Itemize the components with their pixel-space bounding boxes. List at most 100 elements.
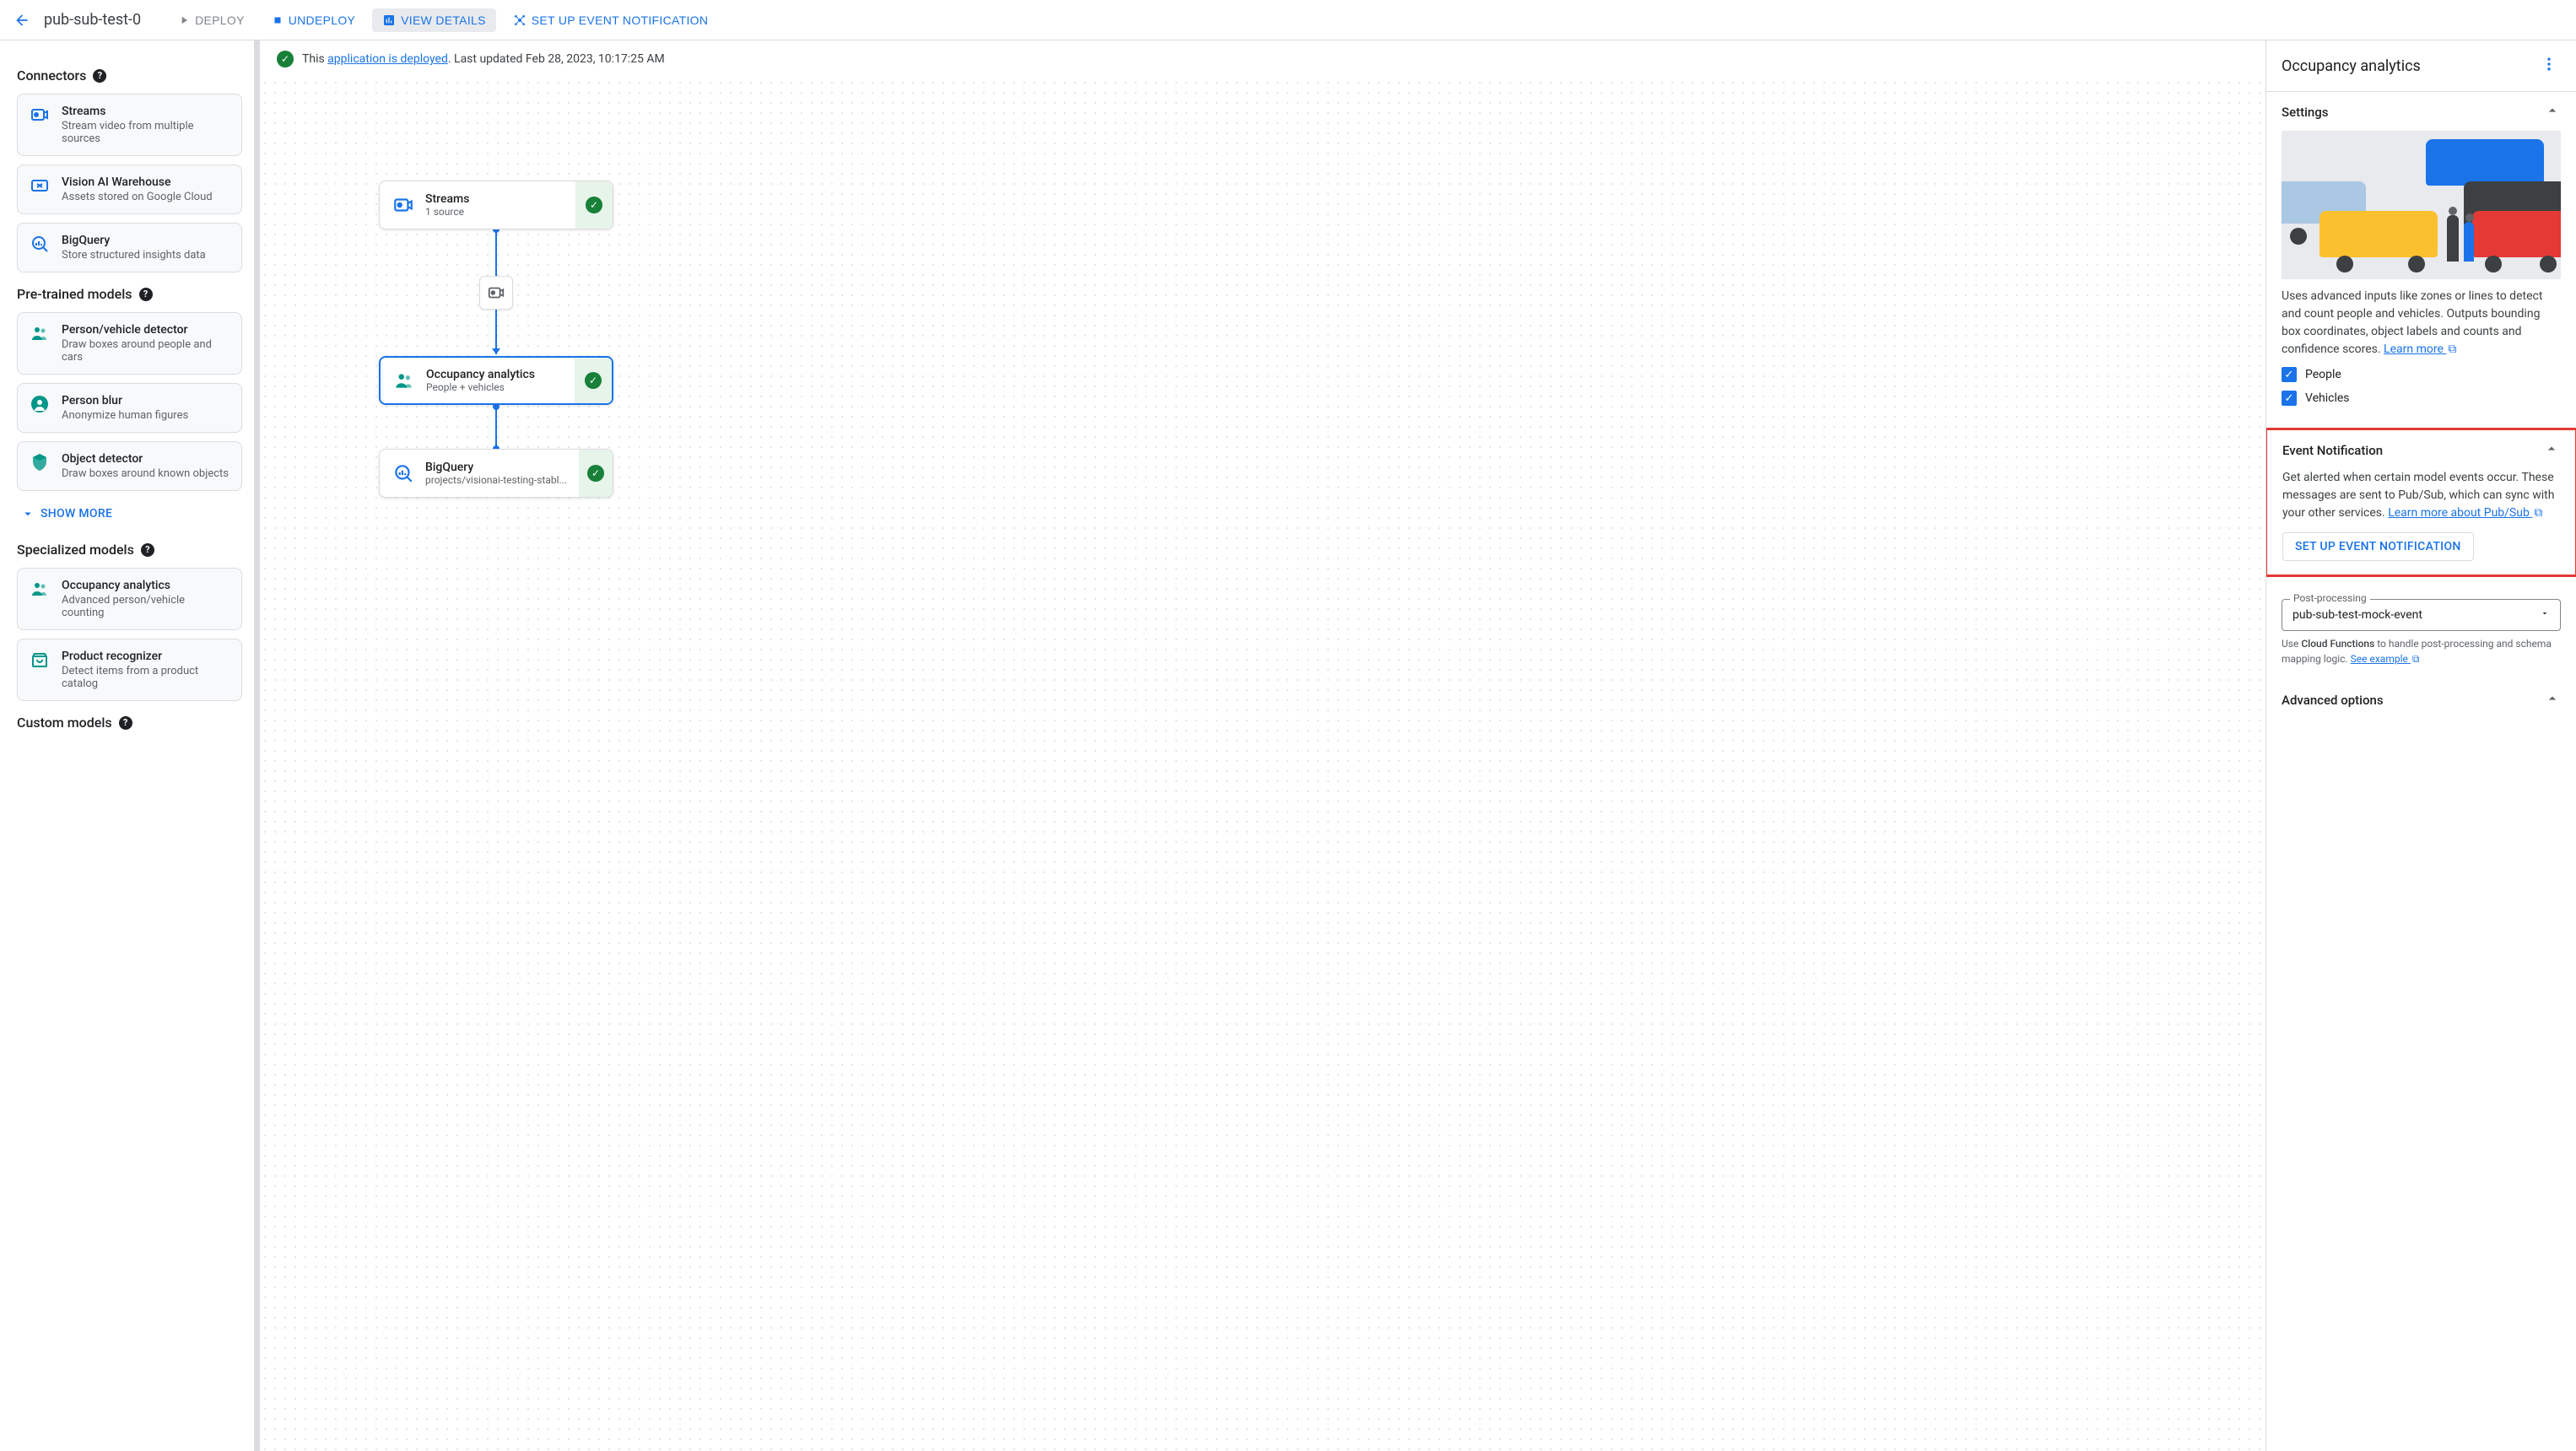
connectors-heading: Connectors ? — [17, 67, 242, 84]
status-banner: ✓ This application is deployed. Last upd… — [260, 40, 2265, 78]
advanced-options-section: Advanced options — [2266, 680, 2576, 724]
occupancy-illustration — [2282, 131, 2561, 279]
people-icon — [30, 323, 50, 343]
event-description: Get alerted when certain model events oc… — [2282, 469, 2560, 522]
card-subtitle: Draw boxes around people and cars — [62, 338, 230, 364]
help-icon[interactable]: ? — [93, 69, 106, 83]
node-subtitle: projects/visionai-testing-stabl... — [425, 474, 567, 486]
node-title: BigQuery — [425, 461, 567, 474]
check-icon: ✓ — [277, 51, 294, 67]
warehouse-icon — [30, 175, 50, 196]
graph-canvas[interactable]: Streams 1 source ✓ Occupancy analytics — [260, 78, 2265, 1451]
card-subtitle: Store structured insights data — [62, 249, 230, 262]
sidebar-item-object-detector[interactable]: Object detector Draw boxes around known … — [17, 441, 242, 491]
advanced-options-header[interactable]: Advanced options — [2282, 690, 2561, 710]
card-title: Vision AI Warehouse — [62, 175, 230, 189]
chevron-up-icon — [2543, 440, 2560, 461]
external-link-icon: ⧉ — [2448, 341, 2456, 359]
streams-icon — [392, 193, 415, 217]
help-icon[interactable]: ? — [139, 288, 153, 301]
node-title: Streams — [425, 192, 564, 206]
sidebar-item-vision-warehouse[interactable]: Vision AI Warehouse Assets stored on Goo… — [17, 165, 242, 214]
back-button[interactable] — [7, 5, 37, 35]
panel-title: Occupancy analytics — [2282, 57, 2421, 75]
learn-more-link[interactable]: Learn more ⧉ — [2384, 343, 2456, 356]
graph-node-streams[interactable]: Streams 1 source ✓ — [379, 181, 613, 229]
card-title: Person blur — [62, 394, 230, 407]
node-subtitle: 1 source — [425, 206, 564, 218]
bigquery-icon — [30, 234, 50, 254]
dropdown-arrow-icon — [2540, 608, 2550, 622]
external-link-icon: ⧉ — [2412, 651, 2420, 666]
sidebar-item-person-vehicle-detector[interactable]: Person/vehicle detector Draw boxes aroun… — [17, 312, 242, 375]
setup-event-notification-button[interactable]: SET UP EVENT NOTIFICATION — [503, 8, 719, 32]
chevron-up-icon — [2544, 690, 2561, 710]
help-icon[interactable]: ? — [141, 543, 154, 557]
sidebar-item-streams[interactable]: Streams Stream video from multiple sourc… — [17, 94, 242, 156]
sidebar: Connectors ? Streams Stream video from m… — [0, 40, 260, 1451]
check-icon: ✓ — [587, 465, 604, 482]
sidebar-item-person-blur[interactable]: Person blur Anonymize human figures — [17, 383, 242, 433]
graph-node-bigquery[interactable]: BigQuery projects/visionai-testing-stabl… — [379, 449, 613, 498]
card-subtitle: Draw boxes around known objects — [62, 467, 230, 480]
more-menu-button[interactable] — [2537, 52, 2561, 79]
blur-icon — [30, 394, 50, 414]
topbar: pub-sub-test-0 DEPLOY UNDEPLOY VIEW DETA… — [0, 0, 2576, 40]
postprocessing-label: Post-processing — [2290, 592, 2370, 604]
card-subtitle: Detect items from a product catalog — [62, 665, 230, 690]
application-deployed-link[interactable]: application is deployed — [327, 52, 448, 66]
view-details-button[interactable]: VIEW DETAILS — [372, 8, 496, 32]
vehicles-checkbox-row[interactable]: ✓ Vehicles — [2282, 391, 2561, 406]
check-icon: ✓ — [585, 372, 602, 389]
node-title: Occupancy analytics — [426, 368, 563, 381]
deploy-button[interactable]: DEPLOY — [168, 8, 255, 32]
help-icon[interactable]: ? — [119, 716, 132, 730]
details-panel: Occupancy analytics Settings — [2265, 40, 2576, 1451]
edge-arrow-icon — [492, 348, 500, 354]
people-icon — [392, 369, 416, 392]
postprocessing-section: Post-processing pub-sub-test-mock-event … — [2266, 577, 2576, 680]
show-more-button[interactable]: SHOW MORE — [20, 506, 112, 521]
card-subtitle: Assets stored on Google Cloud — [62, 191, 230, 203]
checkbox-checked-icon[interactable]: ✓ — [2282, 367, 2297, 382]
card-title: Product recognizer — [62, 650, 230, 663]
sidebar-item-bigquery[interactable]: BigQuery Store structured insights data — [17, 223, 242, 272]
specialized-heading: Specialized models ? — [17, 542, 242, 558]
learn-more-pubsub-link[interactable]: Learn more about Pub/Sub ⧉ — [2388, 506, 2542, 520]
external-link-icon: ⧉ — [2534, 504, 2542, 522]
card-title: BigQuery — [62, 234, 230, 247]
event-notification-section: Event Notification Get alerted when cert… — [2265, 428, 2576, 577]
pretrained-heading: Pre-trained models ? — [17, 286, 242, 302]
card-title: Person/vehicle detector — [62, 323, 230, 337]
custom-models-heading: Custom models ? — [17, 715, 242, 731]
sidebar-item-product-recognizer[interactable]: Product recognizer Detect items from a p… — [17, 639, 242, 701]
hub-icon — [513, 13, 527, 27]
vehicles-label: Vehicles — [2305, 391, 2350, 405]
edge-video-icon[interactable] — [479, 276, 513, 310]
people-icon — [30, 579, 50, 599]
scrollbar[interactable] — [254, 40, 259, 1451]
people-label: People — [2305, 368, 2341, 381]
settings-header[interactable]: Settings — [2282, 102, 2561, 122]
undeploy-button[interactable]: UNDEPLOY — [262, 8, 365, 32]
card-subtitle: Anonymize human figures — [62, 409, 230, 422]
bigquery-icon — [392, 461, 415, 485]
settings-description: Uses advanced inputs like zones or lines… — [2282, 288, 2561, 359]
card-title: Streams — [62, 105, 230, 118]
node-subtitle: People + vehicles — [426, 381, 563, 393]
checkbox-checked-icon[interactable]: ✓ — [2282, 391, 2297, 406]
chevron-up-icon — [2544, 102, 2561, 122]
setup-event-notification-panel-button[interactable]: SET UP EVENT NOTIFICATION — [2282, 532, 2474, 561]
node-status: ✓ — [575, 181, 613, 229]
check-icon: ✓ — [586, 197, 602, 213]
sidebar-item-occupancy-analytics[interactable]: Occupancy analytics Advanced person/vehi… — [17, 568, 242, 630]
graph-edge — [495, 407, 497, 449]
object-icon — [30, 452, 50, 472]
product-icon — [30, 650, 50, 670]
people-checkbox-row[interactable]: ✓ People — [2282, 367, 2561, 382]
card-title: Object detector — [62, 452, 230, 466]
graph-node-occupancy-analytics[interactable]: Occupancy analytics People + vehicles ✓ — [379, 356, 613, 405]
event-notification-header[interactable]: Event Notification — [2282, 440, 2560, 461]
panel-header: Occupancy analytics — [2266, 40, 2576, 92]
see-example-link[interactable]: See example ⧉ — [2351, 653, 2420, 665]
